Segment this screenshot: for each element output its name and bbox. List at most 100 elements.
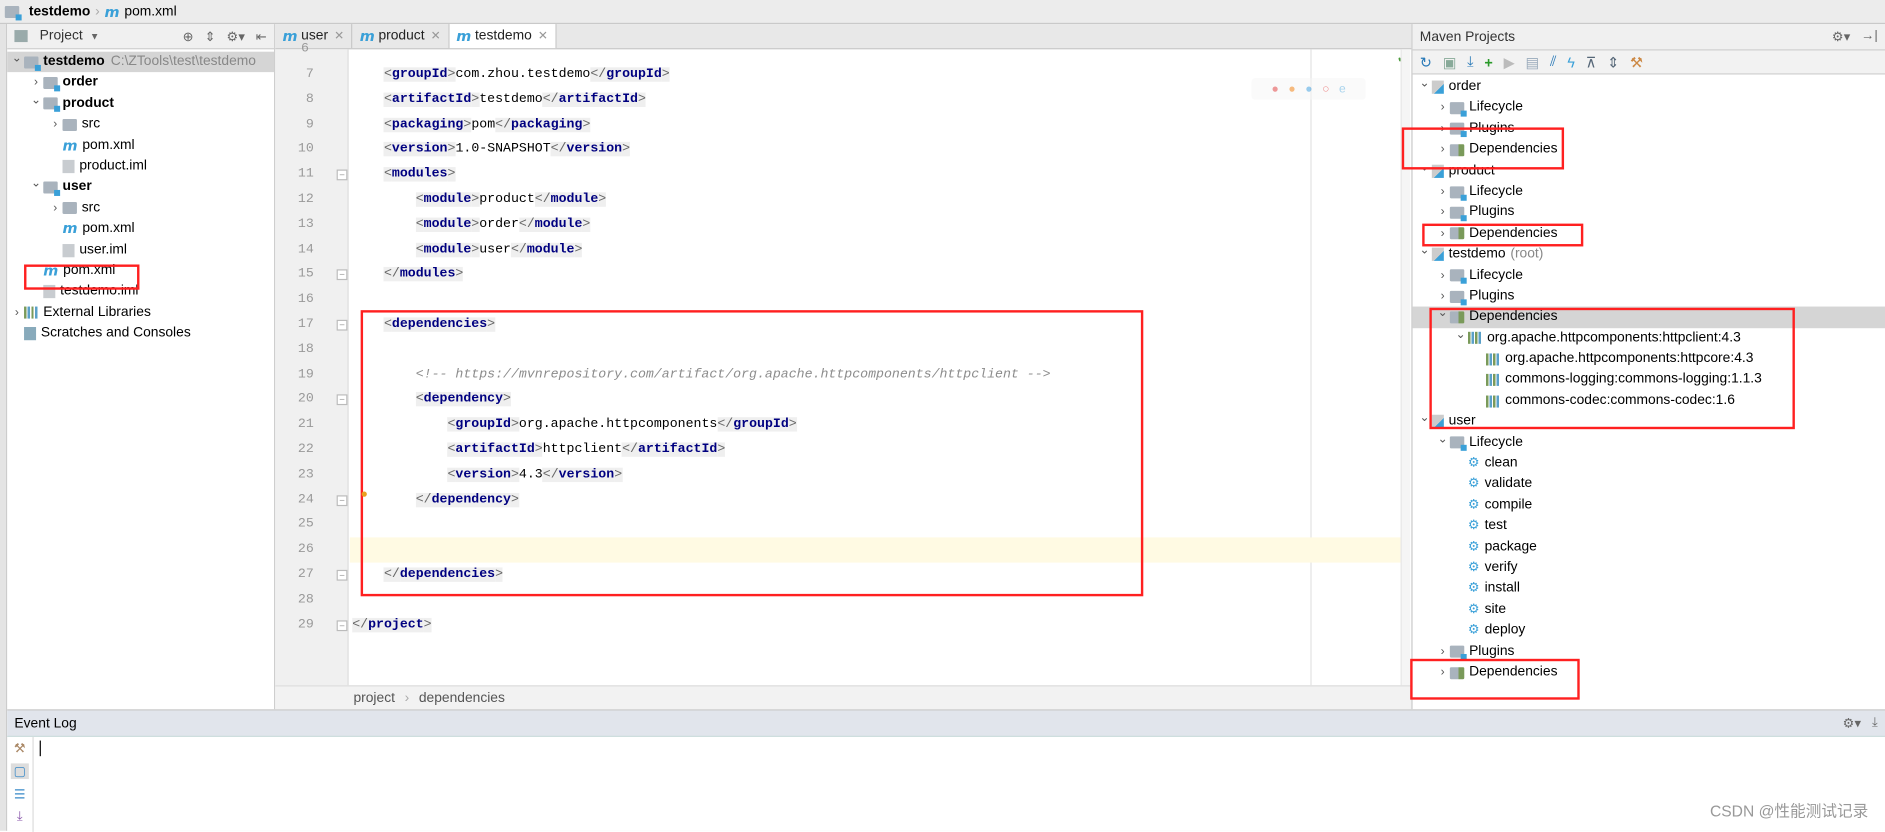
chevron-right-icon[interactable]: › — [1435, 119, 1449, 140]
chevron-right-icon[interactable]: › — [1435, 98, 1449, 119]
code-line[interactable]: </modules> — [350, 263, 1401, 288]
tab-testdemo[interactable]: m testdemo ✕ — [449, 24, 557, 49]
chevron-right-icon[interactable]: › — [48, 198, 62, 219]
tree-item[interactable]: › Plugins — [1413, 202, 1885, 223]
add-icon[interactable]: + — [1484, 53, 1492, 70]
tree-item[interactable]: ⌄ order — [1413, 77, 1885, 98]
tree-item[interactable]: ⚙ compile — [1413, 495, 1885, 516]
chevron-down-icon[interactable]: ⌄ — [29, 90, 43, 111]
hide-panel-icon[interactable]: ⤓ — [1872, 715, 1878, 731]
tree-item[interactable]: › Dependencies — [1413, 140, 1885, 161]
opera-icon[interactable]: ○ — [1322, 82, 1329, 95]
fold-marker-icon[interactable]: − — [336, 494, 348, 506]
tree-item[interactable]: › Lifecycle — [1413, 265, 1885, 286]
code-line[interactable]: <module>order</module> — [350, 213, 1401, 238]
chevron-right-icon[interactable]: › — [10, 303, 24, 324]
tab-product[interactable]: m product ✕ — [353, 24, 450, 49]
reimport-icon[interactable]: ↻ — [1420, 53, 1432, 70]
chevron-down-icon[interactable]: ⌄ — [1417, 157, 1431, 178]
tree-item[interactable]: ⌄ Lifecycle — [1413, 432, 1885, 453]
chevron-right-icon[interactable]: › — [1435, 265, 1449, 286]
tree-item[interactable]: ⌄ org.apache.httpcomponents:httpclient:4.… — [1413, 328, 1885, 349]
tree-item[interactable]: product.iml — [7, 156, 274, 177]
chevron-right-icon[interactable]: › — [1435, 662, 1449, 683]
tree-item[interactable]: org.apache.httpcomponents:httpcore:4.3 — [1413, 349, 1885, 370]
chevron-down-icon[interactable]: ⌄ — [10, 48, 24, 69]
tree-item[interactable]: ⚙ package — [1413, 537, 1885, 558]
gear-icon[interactable]: ⚙▾ — [1832, 29, 1851, 44]
chevron-down-icon[interactable]: ⌄ — [1453, 324, 1467, 345]
firefox-icon[interactable]: ● — [1288, 82, 1295, 95]
chevron-right-icon[interactable]: › — [1435, 223, 1449, 244]
tree-item[interactable]: › src — [7, 198, 274, 219]
fold-marker-icon[interactable]: − — [336, 169, 348, 181]
gear-icon[interactable]: ⚙▾ — [1843, 715, 1862, 731]
tree-item[interactable]: ⌄ testdemo (root) — [1413, 244, 1885, 265]
close-icon[interactable]: ✕ — [538, 29, 548, 42]
chevron-right-icon[interactable]: › — [1435, 181, 1449, 202]
tree-item[interactable]: ⚙ validate — [1413, 474, 1885, 495]
generate-sources-icon[interactable]: ▣ — [1443, 53, 1457, 70]
collapse-all-icon[interactable]: ⇕ — [1607, 53, 1619, 70]
chevron-right-icon[interactable]: › — [48, 114, 62, 135]
tree-item[interactable]: m pom.xml — [7, 219, 274, 240]
tree-item[interactable]: › order — [7, 73, 274, 94]
code-line[interactable]: <!-- https://mvnrepository.com/artifact/… — [350, 363, 1401, 388]
tree-item[interactable]: › Plugins — [1413, 286, 1885, 307]
code-line[interactable] — [350, 513, 1401, 538]
intention-bulb-icon[interactable]: ● — [361, 489, 368, 502]
tree-item[interactable]: ⚙ install — [1413, 579, 1885, 600]
chevron-down-icon[interactable]: ⌄ — [29, 174, 43, 195]
project-view-selector[interactable]: Project — [40, 29, 83, 43]
tree-item[interactable]: ⚙ test — [1413, 516, 1885, 537]
code-line[interactable]: <module>user</module> — [350, 238, 1401, 263]
tree-item[interactable]: › Lifecycle — [1413, 181, 1885, 202]
code-line[interactable] — [350, 288, 1401, 313]
code-line[interactable]: </dependencies> — [350, 563, 1401, 588]
tree-item[interactable]: › Dependencies — [1413, 662, 1885, 683]
close-icon[interactable]: ✕ — [431, 29, 441, 42]
run-config-icon[interactable]: ▤ — [1526, 53, 1540, 70]
chevron-down-icon[interactable]: ⌄ — [1435, 429, 1449, 450]
chevron-right-icon[interactable]: › — [1435, 202, 1449, 223]
tree-item[interactable]: Scratches and Consoles — [7, 323, 274, 344]
chrome-icon[interactable]: ● — [1271, 82, 1278, 95]
tree-item[interactable]: ⌄ testdemo C:\ZTools\test\testdemo — [7, 51, 275, 73]
code-line[interactable]: </project> — [350, 613, 1401, 638]
nav-crumb-file[interactable]: pom.xml — [124, 4, 176, 18]
vertical-scrollbar[interactable] — [1400, 49, 1411, 686]
code-line[interactable]: <modules> — [350, 163, 1401, 188]
chevron-down-icon[interactable]: ⌄ — [1417, 408, 1431, 429]
nav-crumb-project[interactable]: testdemo — [29, 4, 90, 18]
code-line[interactable] — [350, 338, 1401, 363]
code-line[interactable] — [349, 537, 1401, 563]
tree-item[interactable]: › Dependencies — [1413, 223, 1885, 244]
tree-item[interactable]: ⌄ user — [1413, 411, 1885, 432]
code-line[interactable]: <groupId>com.zhou.testdemo</groupId> — [350, 63, 1401, 88]
fold-marker-icon[interactable]: − — [336, 569, 348, 581]
hide-panel-icon[interactable]: →| — [1861, 29, 1878, 45]
fold-marker-icon[interactable]: − — [336, 394, 348, 406]
breadcrumb-item[interactable]: dependencies — [419, 691, 505, 705]
fold-marker-icon[interactable]: − — [336, 619, 348, 631]
tree-item[interactable]: testdemo.iml — [7, 282, 274, 303]
tree-item[interactable]: ⌄ Dependencies — [1412, 306, 1885, 328]
ie-icon[interactable]: e — [1339, 82, 1346, 95]
tree-item[interactable]: user.iml — [7, 240, 274, 261]
tree-item[interactable]: m pom.xml — [7, 135, 274, 156]
run-icon[interactable]: ▶ — [1504, 53, 1515, 70]
chevron-down-icon[interactable]: ⌄ — [1435, 303, 1449, 324]
code-line[interactable]: <artifactId>testdemo</artifactId> — [350, 88, 1401, 113]
skip-tests-icon[interactable]: ϟ — [1567, 53, 1575, 70]
download-icon[interactable]: ⤓ — [1467, 53, 1473, 71]
fold-marker-icon[interactable]: − — [336, 269, 348, 281]
chevron-down-icon[interactable]: ▼ — [90, 31, 100, 42]
tree-item[interactable]: › Lifecycle — [1413, 98, 1885, 119]
tree-item[interactable]: ⚙ deploy — [1413, 621, 1885, 642]
code-area[interactable]: <groupId>com.zhou.testdemo</groupId> <ar… — [349, 49, 1401, 685]
balloon-icon[interactable]: ▢ — [11, 763, 29, 780]
hide-panel-icon[interactable]: ⇤ — [256, 28, 267, 43]
tree-item[interactable]: commons-codec:commons-codec:1.6 — [1413, 391, 1885, 412]
browser-preview-icons[interactable]: ● ● ● ○ e — [1251, 78, 1366, 100]
code-line[interactable]: <dependencies> — [350, 313, 1401, 338]
